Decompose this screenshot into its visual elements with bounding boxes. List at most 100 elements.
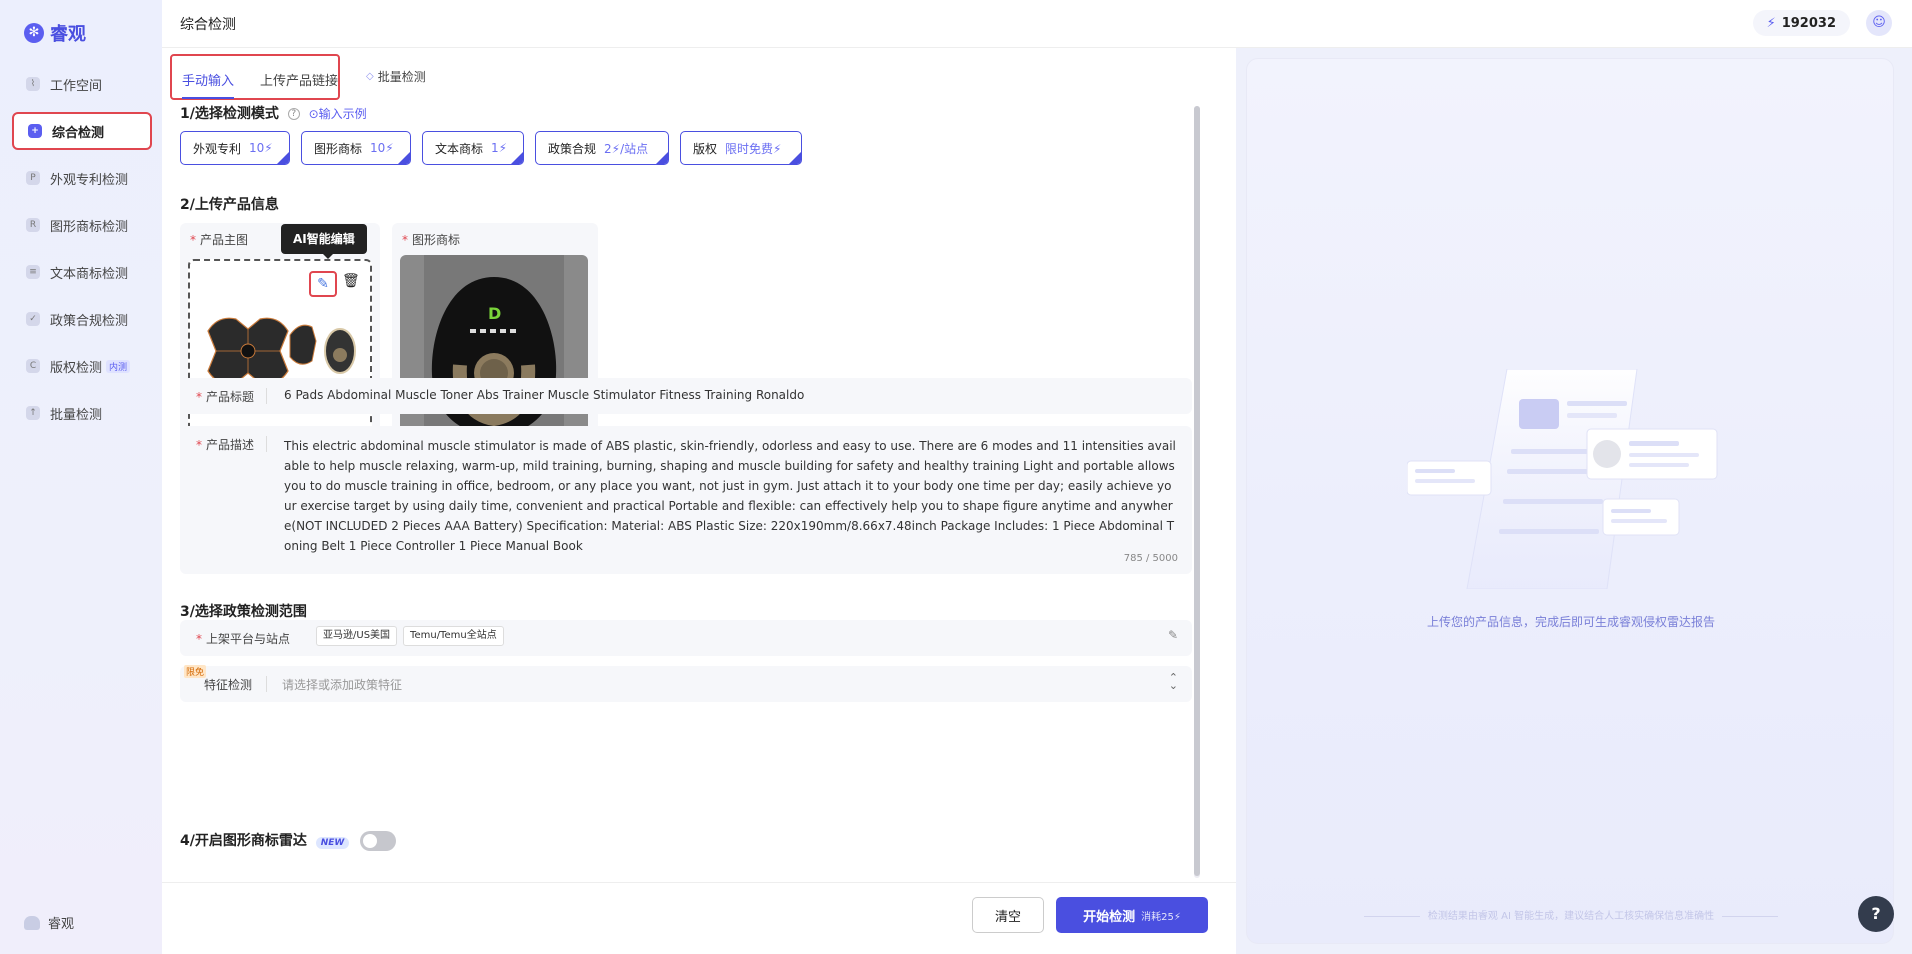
required-mark: * [190, 233, 196, 247]
product-description-field[interactable]: * 产品描述 This electric abdominal muscle sti… [180, 426, 1192, 574]
credits-badge[interactable]: ⚡ 192032 [1752, 10, 1850, 36]
platform-tag[interactable]: 亚马逊/US美国 [316, 626, 398, 646]
sidebar-item-label: 文本商标检测 [50, 266, 129, 282]
product-title-label-text: 产品标题 [206, 390, 255, 404]
page-title: 综合检测 [180, 17, 236, 33]
mode-chip-copyright[interactable]: 版权 限时免费⚡ [680, 131, 802, 165]
clear-button[interactable]: 清空 [972, 897, 1044, 933]
section-trademark-radar: 4/开启图形商标雷达 NEW [180, 830, 397, 851]
top-bar: 综合检测 ⚡ 192032 ☺ [162, 0, 1912, 48]
sidebar-item-text-trademark[interactable]: ≡ 文本商标检测 [12, 253, 152, 291]
feature-field[interactable]: 限免 特征检测 请选择或添加政策特征 ⌃ ⌄ [180, 665, 1192, 702]
main-image-upload[interactable]: ✎ 🗑 [188, 259, 372, 445]
trademark-radar-toggle[interactable] [360, 831, 397, 851]
r-icon: R [26, 218, 40, 232]
report-illustration [1407, 369, 1718, 589]
mode-label: 外观专利 [193, 141, 242, 156]
feature-label: 特征检测 [204, 678, 253, 692]
sidebar-item-workspace[interactable]: ⌇ 工作空间 [12, 65, 152, 103]
ai-edit-tooltip: AI智能编辑 [281, 224, 367, 259]
start-cost: 消耗25⚡ [1141, 911, 1181, 923]
field-divider [266, 388, 267, 404]
mode-cost: 2⚡/站点 [604, 141, 649, 156]
bolt-icon: ⚡ [1766, 15, 1776, 31]
product-title-input[interactable]: 6 Pads Abdominal Muscle Toner Abs Traine… [284, 388, 804, 402]
diamond-icon: ◇ [366, 71, 374, 82]
sidebar-item-label: 图形商标检测 [50, 219, 129, 235]
tab-batch[interactable]: ◇ 批量检测 [366, 68, 426, 85]
char-counter: 785 / 5000 [1123, 553, 1178, 564]
tab-product-link[interactable]: 上传产品链接 [260, 70, 338, 89]
mode-chip-text-trademark[interactable]: 文本商标 1⚡ [422, 131, 524, 165]
mode-chip-policy[interactable]: 政策合规 2⚡/站点 [535, 131, 669, 165]
required-mark: * [402, 233, 408, 247]
product-description-label: * 产品描述 [196, 436, 254, 453]
new-badge: NEW [315, 837, 350, 849]
sidebar-item-batch[interactable]: ↑ 批量检测 [12, 394, 152, 432]
platform-tags: 亚马逊/US美国 Temu/Temu全站点 [316, 626, 510, 646]
scrollbar[interactable] [1194, 106, 1200, 878]
mode-chip-design-patent[interactable]: 外观专利 10⚡ [180, 131, 290, 165]
action-bar: 清空 开始检测 消耗25⚡ [162, 882, 1236, 954]
logo-text: 睿观 [50, 24, 86, 45]
help-icon[interactable]: ? [287, 108, 300, 120]
start-detection-button[interactable]: 开始检测 消耗25⚡ [1056, 897, 1208, 933]
sidebar-item-label: 版权检测 [50, 360, 103, 376]
plus-search-icon: + [28, 124, 42, 138]
upload-icon: ↑ [26, 406, 40, 420]
form-panel: 手动输入 上传产品链接 ◇ 批量检测 1/选择检测模式 ? ⊙输入示例 外观专利… [162, 48, 1236, 954]
sidebar-item-label: 工作空间 [50, 78, 103, 94]
sidebar-item-policy[interactable]: ✓ 政策合规检测 [12, 300, 152, 338]
product-title-label: * 产品标题 [196, 388, 254, 405]
platform-label-text: 上架平台与站点 [206, 632, 291, 646]
help-button[interactable]: ? [1858, 896, 1894, 932]
pencil-icon[interactable]: ✎ [1168, 628, 1178, 642]
sidebar-item-label: 批量检测 [50, 407, 103, 423]
feature-select[interactable]: 请选择或添加政策特征 [282, 676, 402, 693]
platform-field[interactable]: * 上架平台与站点 亚马逊/US美国 Temu/Temu全站点 ✎ [180, 620, 1192, 656]
sidebar-item-label: 综合检测 [52, 125, 105, 141]
sidebar: ✻ 睿观 ⌇ 工作空间 + 综合检测 P 外观专利检测 R 图形商标检测 ≡ 文… [0, 0, 162, 954]
mode-cost: 10⚡ [370, 141, 394, 155]
product-title-field[interactable]: * 产品标题 6 Pads Abdominal Muscle Toner Abs … [180, 378, 1192, 414]
logo-label: * 图形商标 [402, 231, 460, 248]
scrollbar-thumb[interactable] [1194, 106, 1200, 876]
section-title: 4/开启图形商标雷达 [180, 833, 307, 849]
tab-manual-input[interactable]: 手动输入 [182, 70, 235, 99]
logo-label-text: 图形商标 [412, 233, 461, 247]
required-mark: * [196, 438, 202, 452]
copyright-icon: C [26, 359, 40, 373]
product-description-textarea[interactable]: This electric abdominal muscle stimulato… [284, 436, 1176, 556]
beta-badge: 内测 [106, 359, 131, 373]
mode-chip-logo-trademark[interactable]: 图形商标 10⚡ [301, 131, 411, 165]
chevron-updown-icon[interactable]: ⌃ ⌄ [1169, 672, 1178, 691]
app-logo[interactable]: ✻ 睿观 [24, 20, 86, 46]
tab-batch-label: 批量检测 [377, 70, 426, 84]
user-name: 睿观 [48, 917, 75, 932]
svg-text:D: D [488, 304, 501, 323]
field-divider [266, 436, 267, 452]
sidebar-item-copyright[interactable]: C 版权检测 内测 [12, 347, 152, 385]
required-mark: * [196, 632, 202, 646]
sidebar-item-design-patent[interactable]: P 外观专利检测 [12, 159, 152, 197]
text-icon: ≡ [26, 265, 40, 279]
sidebar-item-label: 政策合规检测 [50, 313, 129, 329]
sidebar-item-comprehensive[interactable]: + 综合检测 [12, 112, 152, 150]
mode-cost: 1⚡ [491, 141, 508, 155]
user-menu[interactable]: 睿观 [24, 913, 74, 932]
sidebar-item-logo-trademark[interactable]: R 图形商标检测 [12, 206, 152, 244]
ai-edit-button[interactable]: ✎ [309, 271, 337, 297]
start-label: 开始检测 [1083, 909, 1136, 925]
section-detection-mode: 1/选择检测模式 ? ⊙输入示例 [180, 103, 367, 123]
input-tabs: 手动输入 上传产品链接 [170, 54, 340, 100]
platform-tag[interactable]: Temu/Temu全站点 [403, 626, 504, 646]
field-divider [266, 676, 267, 692]
check-icon: ✓ [26, 312, 40, 326]
user-icon [24, 915, 40, 930]
example-link[interactable]: ⊙输入示例 [309, 107, 367, 121]
delete-image-button[interactable]: 🗑 [342, 273, 360, 289]
credits-value: 192032 [1781, 15, 1836, 31]
avatar[interactable]: ☺ [1866, 10, 1892, 36]
main-image-label-text: 产品主图 [200, 233, 249, 247]
main-image-label: * 产品主图 [190, 231, 248, 248]
